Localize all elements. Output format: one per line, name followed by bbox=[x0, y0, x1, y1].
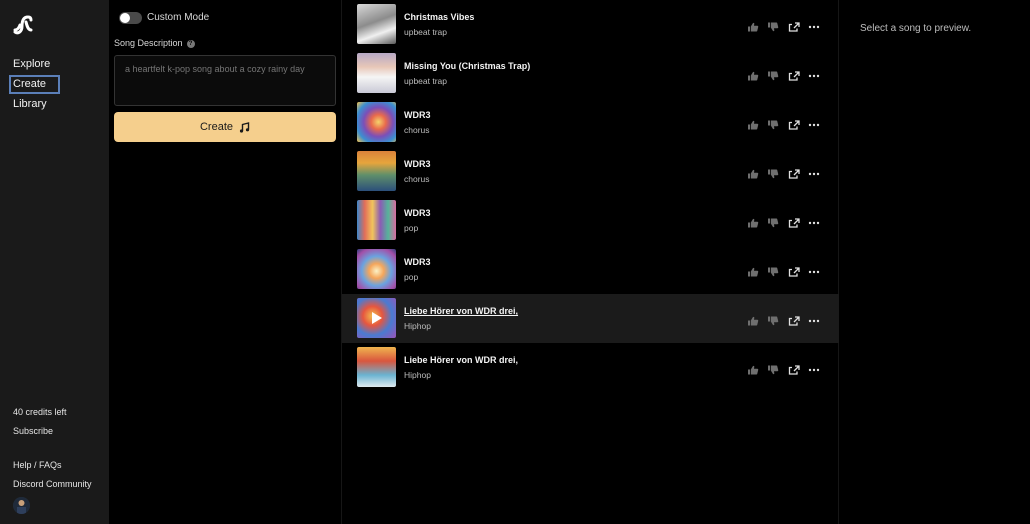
song-title[interactable]: Missing You (Christmas Trap) bbox=[404, 61, 530, 71]
song-thumbnail[interactable] bbox=[357, 200, 396, 240]
song-title[interactable]: WDR3 bbox=[404, 110, 431, 120]
share-icon[interactable] bbox=[788, 117, 800, 130]
more-icon[interactable] bbox=[808, 362, 820, 372]
thumbs-down-icon[interactable] bbox=[767, 68, 779, 81]
song-title[interactable]: Liebe Hörer von WDR drei, bbox=[404, 355, 518, 365]
custom-mode-toggle[interactable] bbox=[119, 12, 142, 24]
song-row[interactable]: Christmas Vibes upbeat trap bbox=[342, 0, 839, 49]
nav-create[interactable]: Create bbox=[9, 75, 60, 94]
song-tag: Hiphop bbox=[404, 321, 431, 331]
more-icon[interactable] bbox=[808, 19, 820, 29]
share-icon[interactable] bbox=[788, 313, 800, 326]
thumbs-up-icon[interactable] bbox=[747, 362, 759, 375]
thumbs-up-icon[interactable] bbox=[747, 215, 759, 228]
nav-explore[interactable]: Explore bbox=[9, 56, 60, 75]
credits-left: 40 credits left bbox=[13, 407, 67, 417]
song-row[interactable]: Liebe Hörer von WDR drei, Hiphop bbox=[342, 343, 839, 392]
toggle-knob bbox=[120, 13, 130, 23]
song-tag: Hiphop bbox=[404, 370, 431, 380]
more-icon[interactable] bbox=[808, 166, 820, 176]
song-title[interactable]: WDR3 bbox=[404, 159, 431, 169]
song-thumbnail[interactable] bbox=[357, 249, 396, 289]
share-icon[interactable] bbox=[788, 19, 800, 32]
song-row[interactable]: WDR3 pop bbox=[342, 196, 839, 245]
song-tag: chorus bbox=[404, 174, 430, 184]
sidebar: Explore Create Library 40 credits left S… bbox=[0, 0, 109, 524]
song-tag: chorus bbox=[404, 125, 430, 135]
custom-mode-label: Custom Mode bbox=[147, 12, 210, 23]
thumbs-down-icon[interactable] bbox=[767, 362, 779, 375]
more-icon[interactable] bbox=[808, 117, 820, 127]
song-row[interactable]: WDR3 chorus bbox=[342, 147, 839, 196]
create-panel: Custom Mode Song Description? Create bbox=[109, 0, 341, 524]
song-tag: pop bbox=[404, 272, 419, 282]
song-description-input[interactable] bbox=[114, 55, 336, 106]
song-row[interactable]: Missing You (Christmas Trap) upbeat trap bbox=[342, 49, 839, 98]
thumbs-up-icon[interactable] bbox=[747, 19, 759, 32]
song-thumbnail[interactable] bbox=[357, 102, 396, 142]
thumbs-up-icon[interactable] bbox=[747, 166, 759, 179]
more-icon[interactable] bbox=[808, 264, 820, 274]
song-thumbnail[interactable] bbox=[357, 151, 396, 191]
share-icon[interactable] bbox=[788, 264, 800, 277]
song-title[interactable]: Liebe Hörer von WDR drei, bbox=[404, 306, 518, 316]
song-tag: upbeat trap bbox=[404, 27, 448, 37]
thumbs-down-icon[interactable] bbox=[767, 166, 779, 179]
discord-community-link[interactable]: Discord Community bbox=[13, 479, 92, 489]
song-row[interactable]: WDR3 chorus bbox=[342, 98, 839, 147]
song-thumbnail[interactable] bbox=[357, 347, 396, 387]
thumbs-down-icon[interactable] bbox=[767, 215, 779, 228]
song-list: Christmas Vibes upbeat trap Missing You (C… bbox=[341, 0, 839, 524]
logo-icon[interactable] bbox=[12, 14, 34, 36]
thumbs-down-icon[interactable] bbox=[767, 19, 779, 32]
thumbs-down-icon[interactable] bbox=[767, 313, 779, 326]
music-note-icon bbox=[239, 121, 250, 133]
song-thumbnail[interactable] bbox=[357, 53, 396, 93]
thumbs-up-icon[interactable] bbox=[747, 68, 759, 81]
song-tag: pop bbox=[404, 223, 419, 233]
more-icon[interactable] bbox=[808, 215, 820, 225]
share-icon[interactable] bbox=[788, 362, 800, 375]
song-title[interactable]: Christmas Vibes bbox=[404, 12, 474, 22]
help-icon[interactable]: ? bbox=[186, 40, 195, 48]
thumbs-up-icon[interactable] bbox=[747, 313, 759, 326]
thumbs-up-icon[interactable] bbox=[747, 117, 759, 130]
play-icon[interactable] bbox=[357, 298, 396, 338]
song-row[interactable]: WDR3 pop bbox=[342, 245, 839, 294]
more-icon[interactable] bbox=[808, 313, 820, 323]
avatar[interactable] bbox=[13, 497, 30, 514]
song-tag: upbeat trap bbox=[404, 76, 448, 86]
share-icon[interactable] bbox=[788, 68, 800, 81]
song-description-heading: Song Description? bbox=[114, 38, 195, 48]
share-icon[interactable] bbox=[788, 166, 800, 179]
create-button[interactable]: Create bbox=[114, 112, 336, 142]
more-icon[interactable] bbox=[808, 68, 820, 78]
song-description-label: Song Description bbox=[114, 38, 183, 48]
create-button-label: Create bbox=[199, 121, 234, 133]
song-title[interactable]: WDR3 bbox=[404, 208, 431, 218]
song-row[interactable]: Liebe Hörer von WDR drei, Hiphop bbox=[342, 294, 839, 343]
thumbs-down-icon[interactable] bbox=[767, 117, 779, 130]
song-title[interactable]: WDR3 bbox=[404, 257, 431, 267]
nav-library[interactable]: Library bbox=[9, 96, 60, 115]
preview-placeholder: Select a song to preview. bbox=[860, 23, 972, 34]
thumbs-down-icon[interactable] bbox=[767, 264, 779, 277]
share-icon[interactable] bbox=[788, 215, 800, 228]
help-faqs-link[interactable]: Help / FAQs bbox=[13, 460, 62, 470]
subscribe-link[interactable]: Subscribe bbox=[13, 426, 53, 436]
song-thumbnail[interactable] bbox=[357, 4, 396, 44]
thumbs-up-icon[interactable] bbox=[747, 264, 759, 277]
